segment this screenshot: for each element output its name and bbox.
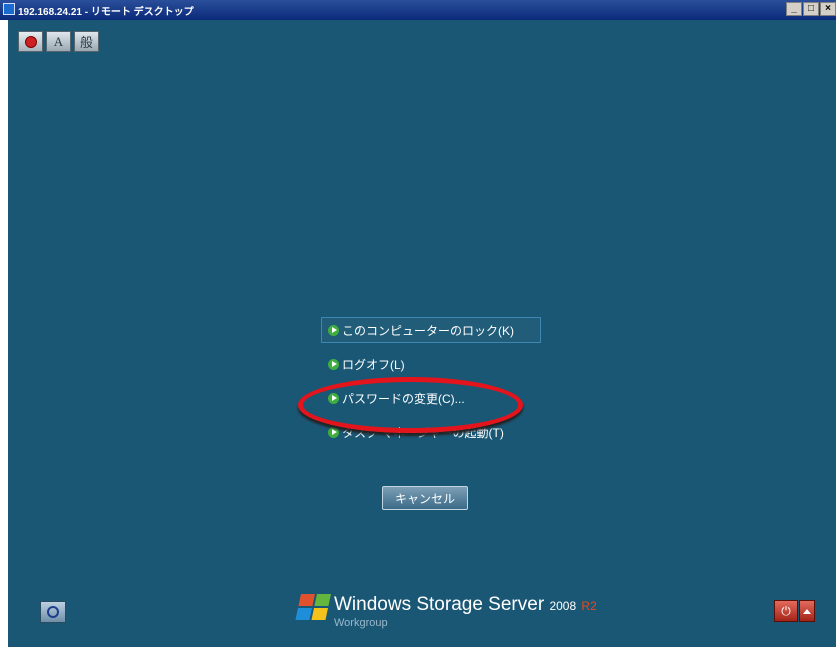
maximize-button[interactable]: □	[803, 2, 819, 16]
green-arrow-icon	[328, 358, 339, 370]
red-highlight-ellipse	[298, 377, 523, 433]
menu-item-logoff[interactable]: ログオフ(L)	[321, 351, 541, 377]
windows-flag-icon	[295, 594, 333, 622]
cancel-button[interactable]: キャンセル	[382, 486, 468, 510]
shutdown-controls: ⏻	[774, 600, 815, 622]
menu-item-lock[interactable]: このコンピューターのロック(K)	[321, 317, 541, 343]
green-arrow-icon	[328, 426, 339, 438]
ime-mode-button[interactable]: A	[46, 31, 71, 52]
ime-toolbar: A 般	[18, 31, 99, 52]
ease-of-access-icon	[47, 606, 59, 618]
power-icon: ⏻	[781, 603, 791, 618]
close-button[interactable]: ×	[820, 2, 836, 16]
window-frame	[0, 20, 8, 647]
product-name: Windows Storage Server	[334, 594, 545, 615]
shutdown-button[interactable]: ⏻	[774, 600, 798, 622]
ease-of-access-button[interactable]	[40, 601, 66, 623]
product-edition: Workgroup	[334, 617, 388, 629]
title-bar: 192.168.24.21 - リモート デスクトップ _ □ ×	[0, 0, 836, 20]
remote-desktop-icon	[3, 3, 15, 15]
ime-input-button[interactable]: 般	[74, 31, 99, 52]
menu-item-label: ログオフ(L)	[342, 357, 405, 372]
pin-button[interactable]	[18, 31, 43, 52]
shutdown-options-button[interactable]	[799, 600, 815, 622]
product-version: 2008	[549, 599, 577, 613]
secure-desktop: A 般 このコンピューターのロック(K) ログオフ(L) パスワードの変更(C)…	[8, 20, 836, 647]
product-release: R2	[581, 599, 597, 613]
windows-logo: Windows Storage Server 2008 R2 Workgroup	[295, 594, 597, 629]
window-controls: _ □ ×	[786, 2, 836, 16]
menu-item-label: このコンピューターのロック(K)	[342, 323, 514, 338]
window-title: 192.168.24.21 - リモート デスクトップ	[18, 7, 194, 18]
pin-icon	[24, 35, 37, 48]
green-arrow-icon	[328, 324, 339, 336]
minimize-button[interactable]: _	[786, 2, 802, 16]
